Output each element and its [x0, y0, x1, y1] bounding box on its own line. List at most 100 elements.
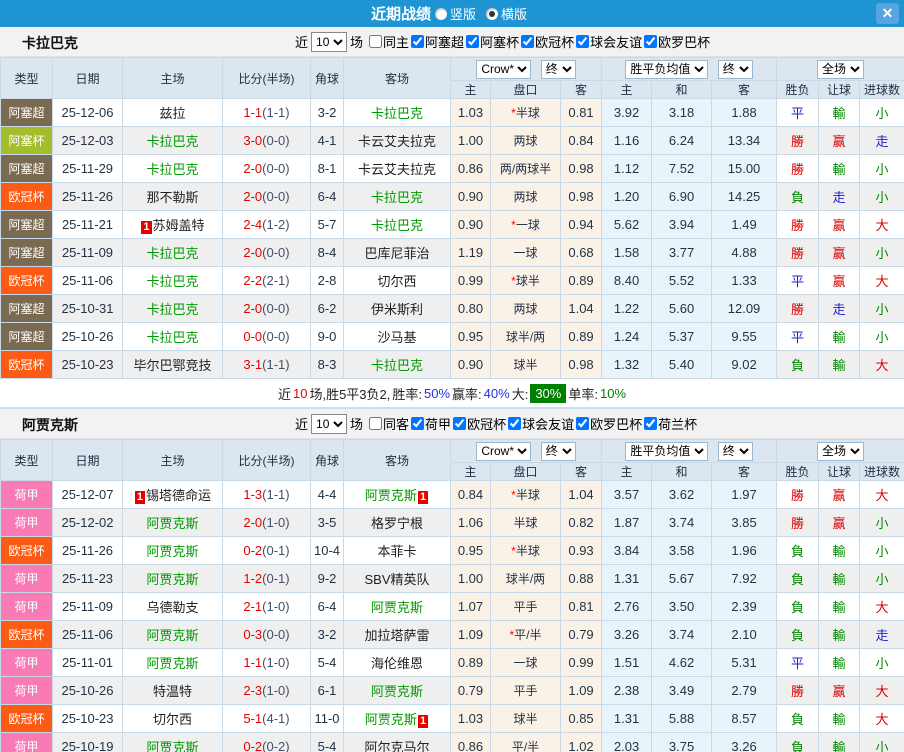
vertical-layout-radio[interactable] — [434, 7, 447, 20]
away-team-cell: 阿贾克斯 1 — [343, 480, 451, 509]
match-row: 荷甲 25-11-01 阿贾克斯 1-1(1-0) 5-4 海伦维恩 0.89 一球 0.99 1… — [0, 648, 904, 677]
match-count-select[interactable]: 10 — [311, 413, 348, 434]
scope-select[interactable]: 全场 — [817, 59, 865, 79]
euro-odds-source-select[interactable]: 胜平负均值 — [625, 59, 709, 79]
euro-odds-selects: 胜平负均值 终 — [601, 57, 778, 81]
league-filter-checkbox[interactable] — [466, 35, 480, 48]
corners-cell: 8-1 — [310, 154, 344, 183]
scope-select-cell: 全场 — [776, 57, 904, 81]
asia-odds-source-select[interactable]: Crow* — [476, 441, 532, 461]
league-filter[interactable]: 欧罗巴杯 — [644, 32, 710, 51]
result-handicap-cell: 走 — [818, 182, 861, 211]
away-team-cell: 卡拉巴克 — [343, 210, 451, 239]
close-button[interactable]: ✕ — [876, 3, 899, 24]
away-team-cell-name: 卡云艾夫拉克 — [357, 162, 436, 177]
same-venue-filter[interactable]: 同客 — [369, 414, 409, 433]
vertical-layout-label[interactable]: 竖版 — [450, 4, 476, 23]
euro-draw-odds: 5.88 — [651, 704, 713, 733]
league-filter-checkbox[interactable] — [644, 417, 658, 430]
subcol-euro-away: 客 — [711, 462, 778, 481]
home-team-cell-name: 锡塔德命运 — [146, 488, 212, 503]
match-date: 25-11-09 — [52, 238, 123, 267]
result-outcome-cell: 負 — [776, 704, 820, 733]
home-team-cell: 阿贾克斯 — [122, 648, 223, 677]
euro-away-odds: 3.85 — [711, 508, 778, 537]
league-type-cell: 欧冠杯 — [0, 266, 53, 295]
home-team-cell: 切尔西 — [122, 704, 223, 733]
euro-home-odds: 1.12 — [601, 154, 653, 183]
col-away: 客场 — [343, 57, 451, 99]
league-type-cell: 欧冠杯 — [0, 182, 53, 211]
asia-away-odds: 0.99 — [559, 648, 603, 677]
euro-away-odds: 8.57 — [711, 704, 778, 733]
horizontal-layout-label[interactable]: 横版 — [501, 4, 527, 23]
subcol-euro-home: 主 — [601, 462, 653, 481]
summary-text: 胜率: — [392, 386, 423, 402]
handicap-cell: 半球 — [490, 508, 561, 537]
same-venue-checkbox[interactable] — [369, 417, 383, 430]
euro-draw-odds: 3.58 — [651, 536, 713, 565]
score-cell: 1-3(1-1) — [222, 480, 311, 509]
league-filter-checkbox[interactable] — [453, 417, 467, 430]
match-row: 阿塞杯 25-12-03 卡拉巴克 3-0(0-0) 4-1 卡云艾夫拉克 1.00 两球 0.… — [0, 126, 904, 155]
home-team-cell: 卡拉巴克 — [122, 266, 223, 295]
league-filter[interactable]: 欧罗巴杯 — [576, 414, 642, 433]
score-cell: 0-3(0-0) — [222, 620, 311, 649]
euro-away-odds: 12.09 — [711, 294, 778, 323]
euro-odds-time-select[interactable]: 终 — [717, 59, 753, 79]
asia-odds-time-select[interactable]: 终 — [540, 59, 576, 79]
asia-odds-time-select[interactable]: 终 — [540, 441, 576, 461]
league-filter[interactable]: 阿塞杯 — [466, 32, 519, 51]
score-cell: 2-3(1-0) — [222, 676, 311, 705]
scope-select[interactable]: 全场 — [817, 441, 865, 461]
league-filter[interactable]: 球会友谊 — [508, 414, 574, 433]
result-outcome-cell: 勝 — [776, 676, 820, 705]
col-corners: 角球 — [310, 57, 344, 99]
team-section-header-2: 阿贾克斯 近 10 场 同客 荷甲 欧冠杯 球会友谊 欧罗巴杯 荷兰杯 — [0, 407, 904, 439]
result-goals-cell: 小 — [859, 294, 904, 323]
league-filter-checkbox[interactable] — [411, 35, 425, 48]
corners-cell: 6-4 — [310, 592, 344, 621]
subcol-euro-home: 主 — [601, 80, 653, 99]
summary-text: 单率: — [568, 386, 598, 402]
summary-text: 近 — [277, 386, 291, 402]
league-type-cell: 阿塞超 — [0, 238, 53, 267]
asia-away-odds: 1.04 — [559, 294, 603, 323]
match-date: 25-11-06 — [52, 620, 123, 649]
match-date: 25-10-26 — [52, 322, 123, 351]
league-filter[interactable]: 荷甲 — [411, 414, 451, 433]
home-team-cell-name: 毕尔巴鄂竞技 — [133, 358, 212, 373]
league-filter-checkbox[interactable] — [576, 35, 590, 48]
away-team-cell: 阿贾克斯 1 — [343, 704, 451, 733]
match-date: 25-12-02 — [52, 508, 123, 537]
league-filter[interactable]: 欧冠杯 — [521, 32, 574, 51]
asia-odds-source-select[interactable]: Crow* — [476, 59, 532, 79]
asia-away-odds: 1.04 — [559, 480, 603, 509]
asia-odds-selects: Crow* 终 — [449, 57, 603, 81]
match-count-select[interactable]: 10 — [311, 31, 348, 52]
euro-odds-source-select[interactable]: 胜平负均值 — [625, 441, 709, 461]
league-filter-checkbox[interactable] — [576, 417, 590, 430]
result-handicap-cell: 赢 — [818, 266, 861, 295]
euro-draw-odds: 3.62 — [651, 480, 713, 509]
league-filter-checkbox[interactable] — [644, 35, 658, 48]
league-filter-checkbox[interactable] — [411, 417, 425, 430]
half-time-score: (1-0) — [262, 599, 290, 614]
horizontal-layout-radio[interactable] — [486, 7, 498, 20]
result-goals-cell: 大 — [859, 266, 904, 295]
home-team-cell-name: 卡拉巴克 — [146, 302, 199, 317]
same-venue-checkbox[interactable] — [369, 35, 383, 48]
matches-table-2: 类型 日期 主场 比分(半场) 角球 客场 Crow* 终 胜平负均值 终 全场 — [0, 439, 904, 752]
league-filter-checkbox[interactable] — [521, 35, 535, 48]
home-team-cell-name: 阿贾克斯 — [146, 628, 199, 643]
league-filter[interactable]: 阿塞超 — [411, 32, 464, 51]
same-venue-filter[interactable]: 同主 — [369, 32, 409, 51]
league-filter[interactable]: 球会友谊 — [576, 32, 642, 51]
league-filter[interactable]: 欧冠杯 — [453, 414, 506, 433]
euro-odds-time-select[interactable]: 终 — [717, 441, 753, 461]
league-filter-checkbox[interactable] — [508, 417, 522, 430]
score-cell: 2-0(1-0) — [222, 508, 311, 537]
league-filter[interactable]: 荷兰杯 — [644, 414, 697, 433]
favorite-star: * — [509, 628, 515, 642]
half-time-score: (0-0) — [262, 161, 290, 176]
